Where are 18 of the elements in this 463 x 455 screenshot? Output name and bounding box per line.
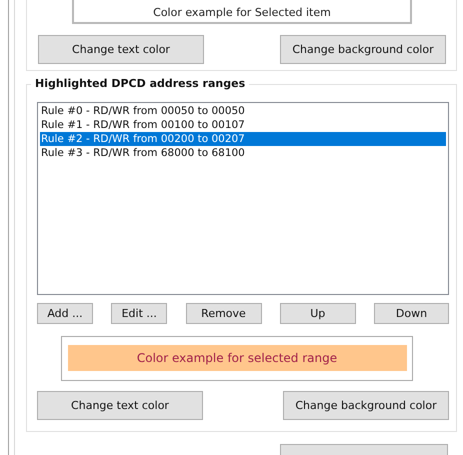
change-color-button[interactable]: Change text color: [37, 390, 203, 420]
color-example: Color example for selected range: [68, 345, 406, 372]
rules-list[interactable]: Rule #0 - RD/WR from 00050 to 00050 Rule #1 - RD/WR from 00100 to 00107 Rule #2 - RD/WR from 00200 to 00207 Rule #3 - RD/WR from 68000 to 68100: [37, 102, 449, 295]
list-item[interactable]: Rule #1 - RD/WR from 00100 to 00107: [40, 118, 446, 132]
list-item[interactable]: Rule #2 - RD/WR from 00200 to 00207: [40, 132, 446, 146]
list-button[interactable]: Down: [374, 302, 449, 324]
button[interactable]: [280, 444, 448, 455]
list-button[interactable]: Add ...: [37, 302, 93, 324]
change-color-button[interactable]: Change text color: [38, 35, 204, 64]
change-color-button[interactable]: Change background color: [280, 35, 446, 64]
group-title: Highlighted DPCD address ranges: [31, 76, 250, 90]
list-item[interactable]: Rule #0 - RD/WR from 00050 to 00050: [40, 104, 446, 118]
list-button[interactable]: Remove: [186, 302, 262, 324]
list-button[interactable]: Edit ...: [111, 302, 168, 324]
list-item[interactable]: Rule #3 - RD/WR from 68000 to 68100: [40, 146, 446, 160]
change-color-button[interactable]: Change background color: [283, 390, 449, 420]
list-button[interactable]: Up: [280, 302, 356, 324]
color-example: Color example for Selected item: [72, 0, 412, 24]
